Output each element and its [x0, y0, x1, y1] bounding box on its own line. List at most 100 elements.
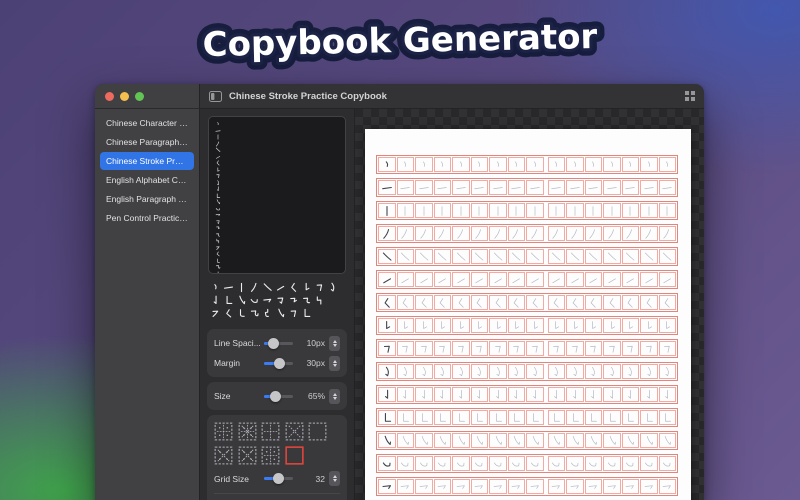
strokes-textarea[interactable] [208, 116, 346, 274]
trace-stroke-cell [566, 387, 584, 402]
model-stroke-cell [378, 410, 396, 425]
trace-stroke-cell [658, 272, 676, 287]
trace-stroke-cell [396, 180, 414, 195]
trace-stroke-cell [658, 295, 676, 310]
grid-style-dots[interactable] [214, 446, 233, 465]
model-stroke-cell [378, 249, 396, 264]
divider [214, 492, 340, 494]
titlebar-sidebar-section [95, 84, 200, 109]
grid-style-mi-dots[interactable] [238, 422, 257, 441]
app-title-text: Copybook Generator [202, 17, 598, 65]
grid-style-tian-dots[interactable] [214, 422, 233, 441]
size-slider: Size 65% [214, 386, 340, 406]
trace-stroke-cell [640, 180, 658, 195]
sidebar-item[interactable]: Pen Control Practice C... [100, 209, 194, 227]
slider-thumb[interactable] [273, 357, 285, 369]
trace-stroke-cell [433, 479, 451, 494]
model-stroke-cell [378, 157, 396, 172]
trace-stroke-cell [603, 364, 621, 379]
grid-style-plain[interactable] [284, 445, 304, 465]
stroke-row [376, 224, 678, 243]
trace-stroke-cell [547, 456, 565, 471]
trace-stroke-cell [603, 295, 621, 310]
close-button[interactable] [105, 91, 114, 101]
sidebar-item[interactable]: Chinese Stroke Practic... [100, 152, 194, 170]
trace-stroke-cell [489, 226, 507, 241]
sidebar-item[interactable]: English Paragraph Copy... [100, 190, 194, 208]
stepper-up-icon[interactable] [332, 359, 337, 363]
trace-stroke-cell [526, 203, 544, 218]
line-spacing-stepper[interactable] [329, 335, 340, 351]
stepper-down-icon[interactable] [332, 363, 337, 367]
gallery-icon[interactable] [685, 91, 695, 101]
trace-stroke-cell [621, 203, 639, 218]
trace-stroke-cell [526, 387, 544, 402]
trace-stroke-cell [566, 341, 584, 356]
trace-stroke-cell [603, 249, 621, 264]
stepper-down-icon[interactable] [332, 396, 337, 400]
line-spacing-track[interactable] [264, 337, 293, 349]
grid-style-x-dots[interactable] [238, 446, 257, 465]
trace-stroke-cell [470, 180, 488, 195]
trace-stroke-cell [621, 433, 639, 448]
slider-thumb[interactable] [270, 390, 282, 402]
grid-style-blank-dashed[interactable] [308, 422, 327, 441]
trace-stroke-cell [396, 157, 414, 172]
size-group: Size 65% [207, 382, 347, 410]
slider-thumb[interactable] [273, 473, 284, 484]
trace-stroke-cell [507, 387, 525, 402]
trace-stroke-cell [526, 364, 544, 379]
size-label: Size [214, 391, 231, 401]
trace-stroke-cell [415, 203, 433, 218]
trace-stroke-cell [566, 318, 584, 333]
stepper-up-icon[interactable] [332, 475, 337, 478]
sidebar-item[interactable]: English Alphabet Copyb... [100, 171, 194, 189]
trace-stroke-cell [584, 157, 602, 172]
stroke-row [376, 270, 678, 289]
trace-stroke-cell [452, 295, 470, 310]
grid-size-track[interactable] [264, 473, 293, 484]
trace-stroke-cell [396, 364, 414, 379]
sidebar-item[interactable]: Chinese Paragraph Cop... [100, 133, 194, 151]
trace-stroke-cell [621, 410, 639, 425]
trace-stroke-cell [489, 456, 507, 471]
model-stroke-cell [378, 387, 396, 402]
size-track[interactable] [264, 390, 293, 402]
sidebar-item[interactable]: Chinese Character Cop... [100, 114, 194, 132]
grid-size-stepper[interactable] [329, 471, 340, 486]
stepper-up-icon[interactable] [332, 392, 337, 396]
trace-stroke-cell [603, 226, 621, 241]
trace-stroke-cell [470, 456, 488, 471]
margin-track[interactable] [264, 357, 293, 369]
zoom-button[interactable] [135, 91, 144, 101]
trace-stroke-cell [658, 318, 676, 333]
grid-style-cross[interactable] [261, 422, 280, 441]
trace-stroke-cell [621, 387, 639, 402]
window-body: Chinese Character Cop... Chinese Paragrap… [95, 109, 704, 500]
trace-stroke-cell [640, 410, 658, 425]
trace-stroke-cell [640, 226, 658, 241]
trace-stroke-cell [584, 249, 602, 264]
trace-stroke-cell [621, 157, 639, 172]
stroke-row [376, 454, 678, 473]
trace-stroke-cell [584, 180, 602, 195]
sidebar-toggle-icon[interactable] [209, 90, 222, 102]
trace-stroke-cell [433, 433, 451, 448]
line-spacing-label: Line Spaci... [214, 338, 261, 348]
stepper-up-icon[interactable] [332, 339, 337, 343]
trace-stroke-cell [489, 272, 507, 287]
grid-style-x[interactable] [285, 422, 304, 441]
trace-stroke-cell [489, 341, 507, 356]
trace-stroke-cell [452, 157, 470, 172]
grid-style-cross-dashed[interactable] [261, 446, 280, 465]
stepper-down-icon[interactable] [332, 479, 337, 482]
trace-stroke-cell [415, 249, 433, 264]
trace-stroke-cell [452, 410, 470, 425]
trace-stroke-cell [489, 157, 507, 172]
slider-thumb[interactable] [267, 337, 279, 349]
minimize-button[interactable] [120, 91, 129, 101]
trace-stroke-cell [415, 180, 433, 195]
stepper-down-icon[interactable] [332, 343, 337, 347]
margin-stepper[interactable] [329, 355, 340, 371]
size-stepper[interactable] [329, 388, 340, 404]
